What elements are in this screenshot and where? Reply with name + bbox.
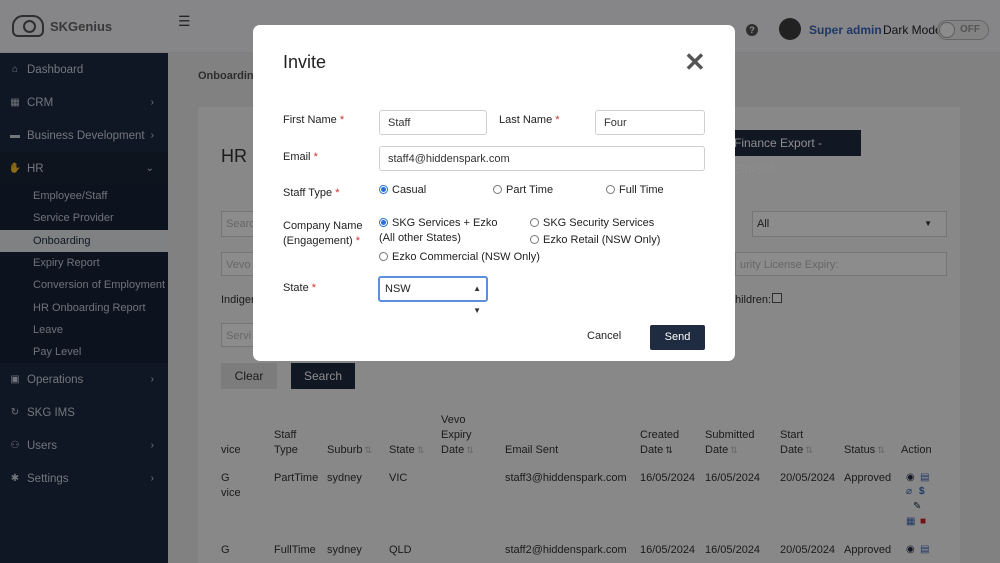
radio-checked-icon — [379, 185, 388, 194]
send-button[interactable]: Send — [650, 325, 705, 350]
state-select-value: NSW — [385, 283, 411, 295]
last-name-field[interactable]: Four — [595, 110, 705, 135]
state-select[interactable]: NSW ▲ ▼ — [378, 276, 488, 315]
company-ezko-commercial-radio[interactable]: Ezko Commercial (NSW Only) — [379, 250, 540, 265]
company-ezko-retail-radio[interactable]: Ezko Retail (NSW Only) — [530, 233, 660, 248]
radio-icon — [379, 252, 388, 261]
close-icon[interactable]: ✕ — [684, 49, 706, 75]
first-name-field[interactable]: Staff — [379, 110, 487, 135]
staff-type-full-time-radio[interactable]: Full Time — [606, 183, 664, 198]
company-skg-security-services-radio[interactable]: SKG Security Services — [530, 216, 654, 231]
company-skg-services-ezko-radio[interactable]: SKG Services + Ezko (All other States) — [379, 216, 497, 246]
first-name-label: First Name * — [283, 114, 345, 126]
radio-icon — [606, 185, 615, 194]
staff-type-part-time-radio[interactable]: Part Time — [493, 183, 553, 198]
chevron-down-icon: ▲ ▼ — [473, 284, 481, 315]
company-name-label: Company Name (Engagement) * — [283, 220, 363, 247]
staff-type-label: Staff Type * — [283, 187, 340, 199]
state-label: State * — [283, 282, 317, 294]
radio-icon — [530, 218, 539, 227]
modal-title: Invite — [283, 52, 327, 72]
cancel-button[interactable]: Cancel — [587, 330, 621, 342]
last-name-label: Last Name * — [499, 114, 560, 126]
email-label: Email * — [283, 151, 318, 163]
staff-type-casual-radio[interactable]: Casual — [379, 183, 426, 198]
invite-modal: Invite ✕ First Name * Staff Last Name * … — [253, 25, 735, 361]
radio-icon — [493, 185, 502, 194]
email-field[interactable]: staff4@hiddenspark.com — [379, 146, 705, 171]
radio-icon — [530, 235, 539, 244]
radio-checked-icon — [379, 218, 388, 227]
